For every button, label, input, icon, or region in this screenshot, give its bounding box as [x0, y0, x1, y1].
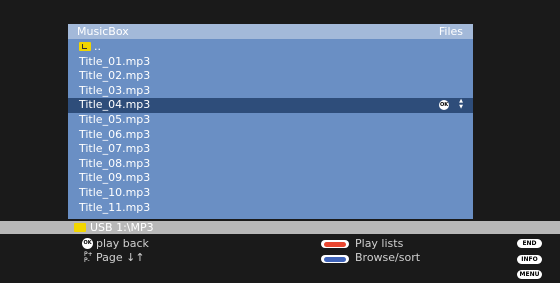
menu-key-button[interactable]: MENU [517, 270, 542, 279]
list-item-parent-folder[interactable]: .. [68, 40, 473, 55]
ok-button-icon: OK [439, 100, 449, 111]
file-name: Title_02.mp3 [79, 69, 151, 83]
list-item[interactable]: Title_05.mp3 [68, 113, 473, 128]
page-key-icon: P+ P- [84, 251, 93, 264]
file-name: Title_04.mp3 [79, 98, 151, 112]
info-key-button[interactable]: INFO [517, 255, 542, 264]
file-name: Title_03.mp3 [79, 83, 151, 97]
end-key-button[interactable]: END [517, 239, 542, 248]
list-item[interactable]: Title_07.mp3 [68, 142, 473, 157]
red-key-icon[interactable] [321, 240, 349, 248]
list-item[interactable]: Title_11.mp3 [68, 201, 473, 216]
list-item[interactable]: Title_03.mp3 [68, 84, 473, 99]
play-back-label: play back [96, 237, 149, 250]
list-item[interactable]: Title_06.mp3 [68, 128, 473, 143]
list-item-selected[interactable]: Title_04.mp3 OK ▲ ▼ [68, 98, 473, 113]
file-name: Title_05.mp3 [79, 112, 151, 126]
folder-up-icon [79, 41, 91, 51]
file-name: .. [94, 40, 101, 53]
list-item[interactable]: Title_01.mp3 [68, 55, 473, 70]
list-item[interactable]: Title_10.mp3 [68, 186, 473, 201]
list-item[interactable]: Title_08.mp3 [68, 157, 473, 172]
list-item[interactable]: Title_02.mp3 [68, 69, 473, 84]
file-name: Title_07.mp3 [79, 142, 151, 156]
file-name: Title_08.mp3 [79, 156, 151, 170]
page-label: Page ↓↑ [96, 251, 145, 264]
list-item[interactable]: Title_09.mp3 [68, 171, 473, 186]
blue-key-icon[interactable] [321, 255, 349, 263]
file-name: Title_11.mp3 [79, 200, 151, 214]
view-mode-label: Files [438, 25, 463, 38]
up-down-arrows-icon: ▲ ▼ [459, 98, 463, 111]
file-list: .. Title_01.mp3 Title_02.mp3 Title_03.mp… [68, 40, 473, 215]
file-browser-panel: MusicBox Files .. Title_01.mp3 Title_02.… [68, 24, 473, 219]
ok-key-icon: OK [82, 238, 93, 249]
browse-sort-label: Browse/sort [355, 251, 421, 264]
file-name: Title_09.mp3 [79, 171, 151, 185]
file-name: Title_10.mp3 [79, 185, 151, 199]
play-lists-label: Play lists [355, 237, 404, 250]
panel-header: MusicBox Files [68, 24, 473, 39]
file-name: Title_06.mp3 [79, 127, 151, 141]
file-name: Title_01.mp3 [79, 54, 151, 68]
folder-icon [74, 223, 86, 232]
app-title: MusicBox [77, 25, 129, 38]
current-path: USB 1:\MP3 [90, 221, 154, 234]
path-bar: USB 1:\MP3 [0, 221, 560, 234]
